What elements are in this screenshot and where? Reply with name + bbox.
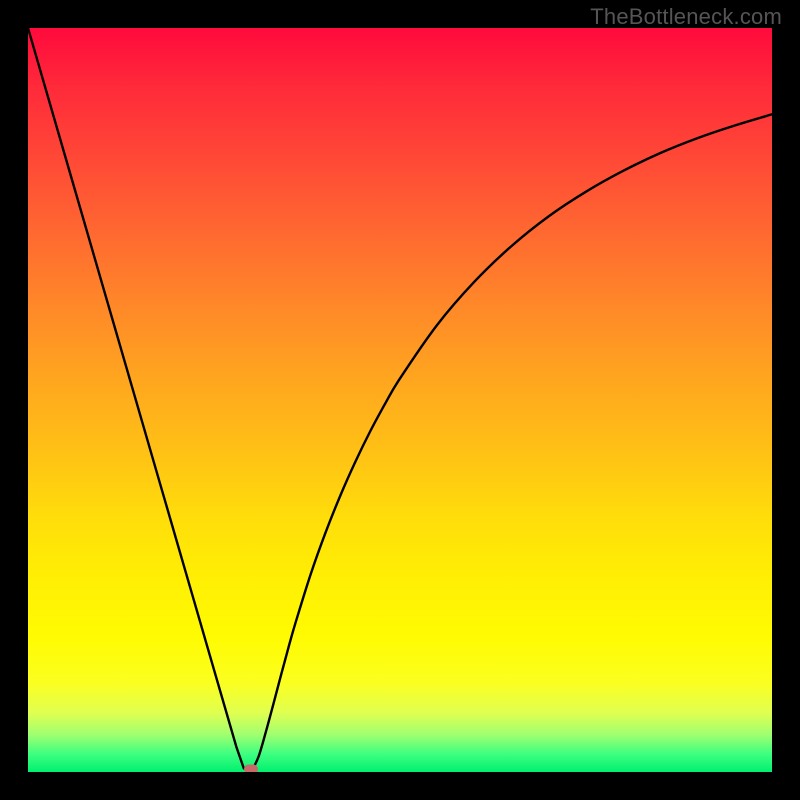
watermark-text: TheBottleneck.com <box>590 4 782 30</box>
chart-container: TheBottleneck.com <box>0 0 800 800</box>
bottleneck-curve <box>28 28 772 772</box>
plot-area <box>28 28 772 772</box>
minimum-marker <box>244 765 258 773</box>
